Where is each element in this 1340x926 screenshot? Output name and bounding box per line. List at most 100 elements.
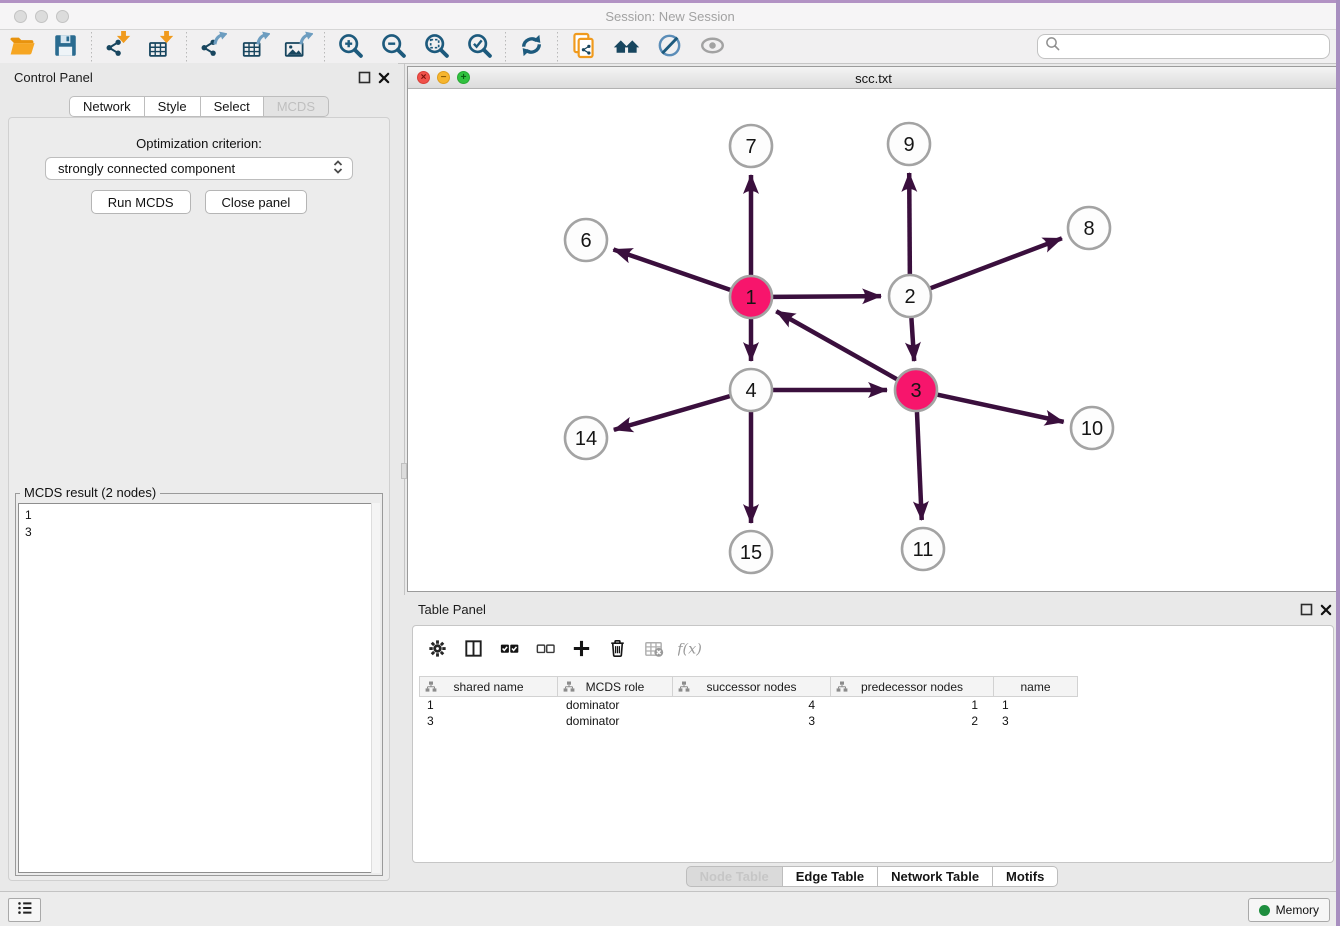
graph-edge-2-3[interactable] (911, 318, 914, 361)
duplicate-network-button[interactable] (566, 32, 600, 62)
select-all-button[interactable] (491, 633, 527, 667)
tab-mcds[interactable]: MCDS (264, 96, 329, 117)
import-network-button[interactable] (100, 32, 134, 62)
column-header-name[interactable]: name (994, 676, 1078, 697)
tab-node-table[interactable]: Node Table (686, 866, 783, 887)
column-header-MCDS-role[interactable]: MCDS role (558, 676, 673, 697)
fx-icon: f(x) (678, 637, 701, 663)
graph-edge-3-11[interactable] (917, 412, 922, 520)
deselect-all-button[interactable] (527, 633, 563, 667)
table-row[interactable]: 3dominator323 (419, 713, 1333, 729)
table-cell[interactable]: dominator (558, 697, 673, 713)
graph-edge-1-6[interactable] (613, 249, 730, 289)
table-row[interactable]: 1dominator411 (419, 697, 1333, 713)
zoom-in-icon (336, 31, 365, 63)
graph-edge-4-14[interactable] (614, 396, 730, 430)
status-bar: Memory (0, 891, 1340, 926)
create-column-button[interactable] (563, 633, 599, 667)
zoom-fit-button[interactable] (419, 32, 453, 62)
import-table-button[interactable] (143, 32, 177, 62)
refresh-network-button[interactable] (514, 32, 548, 62)
tab-style[interactable]: Style (145, 96, 201, 117)
houses-icon (612, 31, 641, 63)
tab-motifs[interactable]: Motifs (993, 866, 1058, 887)
float-panel-icon[interactable] (358, 71, 371, 89)
zoom-in-button[interactable] (333, 32, 367, 62)
show-hide-button[interactable] (695, 32, 729, 62)
float-panel-icon[interactable] (1300, 603, 1313, 621)
task-history-button[interactable] (8, 898, 41, 922)
table-cell[interactable]: 1 (831, 697, 994, 713)
search-box[interactable] (1037, 34, 1330, 59)
mcds-result-legend: MCDS result (2 nodes) (20, 485, 160, 500)
mcds-result-line: 1 (25, 507, 373, 524)
svg-text:f(x): f(x) (678, 641, 701, 657)
graph-edge-3-1[interactable] (776, 311, 897, 379)
column-header-predecessor-nodes[interactable]: predecessor nodes (831, 676, 994, 697)
table-delete-icon (642, 637, 665, 663)
column-header-shared-name[interactable]: shared name (419, 676, 558, 697)
table-settings-button[interactable] (419, 633, 455, 667)
graph-node-label-11: 11 (913, 539, 934, 561)
open-session-button[interactable] (5, 32, 39, 62)
table-cell[interactable]: 2 (831, 713, 994, 729)
main-toolbar (0, 30, 1340, 64)
split-panel-button[interactable] (455, 633, 491, 667)
memory-button[interactable]: Memory (1248, 898, 1330, 922)
mcds-result-text[interactable]: 13 (18, 503, 380, 873)
table-cell[interactable]: 4 (673, 697, 831, 713)
zoom-out-button[interactable] (376, 32, 410, 62)
tab-select[interactable]: Select (201, 96, 264, 117)
criterion-select[interactable]: strongly connected component (45, 157, 353, 180)
node-table-container: f(x) shared nameMCDS rolesuccessor nodes… (412, 625, 1334, 863)
graph-edge-1-2[interactable] (773, 296, 881, 297)
delete-table-button (635, 633, 671, 667)
duplicate-icon (569, 31, 598, 63)
table-cell[interactable]: 1 (419, 697, 558, 713)
graph-edge-3-10[interactable] (938, 395, 1064, 422)
search-input[interactable] (1062, 37, 1323, 57)
graph-node-label-1: 1 (745, 287, 756, 309)
graph-node-label-4: 4 (745, 380, 756, 402)
apply-style-button[interactable] (652, 32, 686, 62)
export-image-button[interactable] (281, 32, 315, 62)
delete-column-button[interactable] (599, 633, 635, 667)
first-neighbors-button[interactable] (609, 32, 643, 62)
export-network-button[interactable] (195, 32, 229, 62)
zoom-selected-button[interactable] (462, 32, 496, 62)
zoom-selected-icon (465, 31, 494, 63)
tab-network[interactable]: Network (69, 96, 145, 117)
tab-network-table[interactable]: Network Table (878, 866, 993, 887)
graph-node-label-8: 8 (1083, 218, 1094, 240)
refresh-icon (517, 31, 546, 63)
mcds-result-line: 3 (25, 524, 373, 541)
graph-edge-2-8[interactable] (931, 238, 1062, 288)
table-cell[interactable]: 1 (994, 697, 1078, 713)
column-header-successor-nodes[interactable]: successor nodes (673, 676, 831, 697)
close-panel-icon[interactable] (378, 71, 390, 89)
table-cell[interactable]: 3 (673, 713, 831, 729)
table-panel-title: Table Panel (418, 602, 486, 617)
memory-status-icon (1259, 905, 1270, 916)
memory-label: Memory (1276, 903, 1319, 917)
network-canvas[interactable]: 7968124314101511 (408, 89, 1339, 591)
export-table-button[interactable] (238, 32, 272, 62)
table-cell[interactable]: 3 (419, 713, 558, 729)
tab-edge-table[interactable]: Edge Table (783, 866, 878, 887)
gear-icon (426, 637, 449, 663)
close-panel-button[interactable]: Close panel (205, 190, 308, 214)
result-scrollbar[interactable] (371, 503, 380, 873)
network-window-titlebar[interactable]: × − + scc.txt (408, 67, 1339, 89)
eye-icon (698, 31, 727, 63)
search-icon (1044, 35, 1062, 58)
table-cell[interactable]: dominator (558, 713, 673, 729)
graph-edge-2-9[interactable] (909, 173, 910, 274)
optimization-criterion-label: Optimization criterion: (9, 136, 389, 151)
table-cell[interactable]: 3 (994, 713, 1078, 729)
save-session-button[interactable] (48, 32, 82, 62)
run-mcds-button[interactable]: Run MCDS (91, 190, 191, 214)
close-panel-icon[interactable] (1320, 603, 1332, 621)
table-panel-header: Table Panel (404, 595, 1340, 625)
plus-icon (570, 637, 593, 663)
checked-boxes-icon (498, 637, 521, 663)
